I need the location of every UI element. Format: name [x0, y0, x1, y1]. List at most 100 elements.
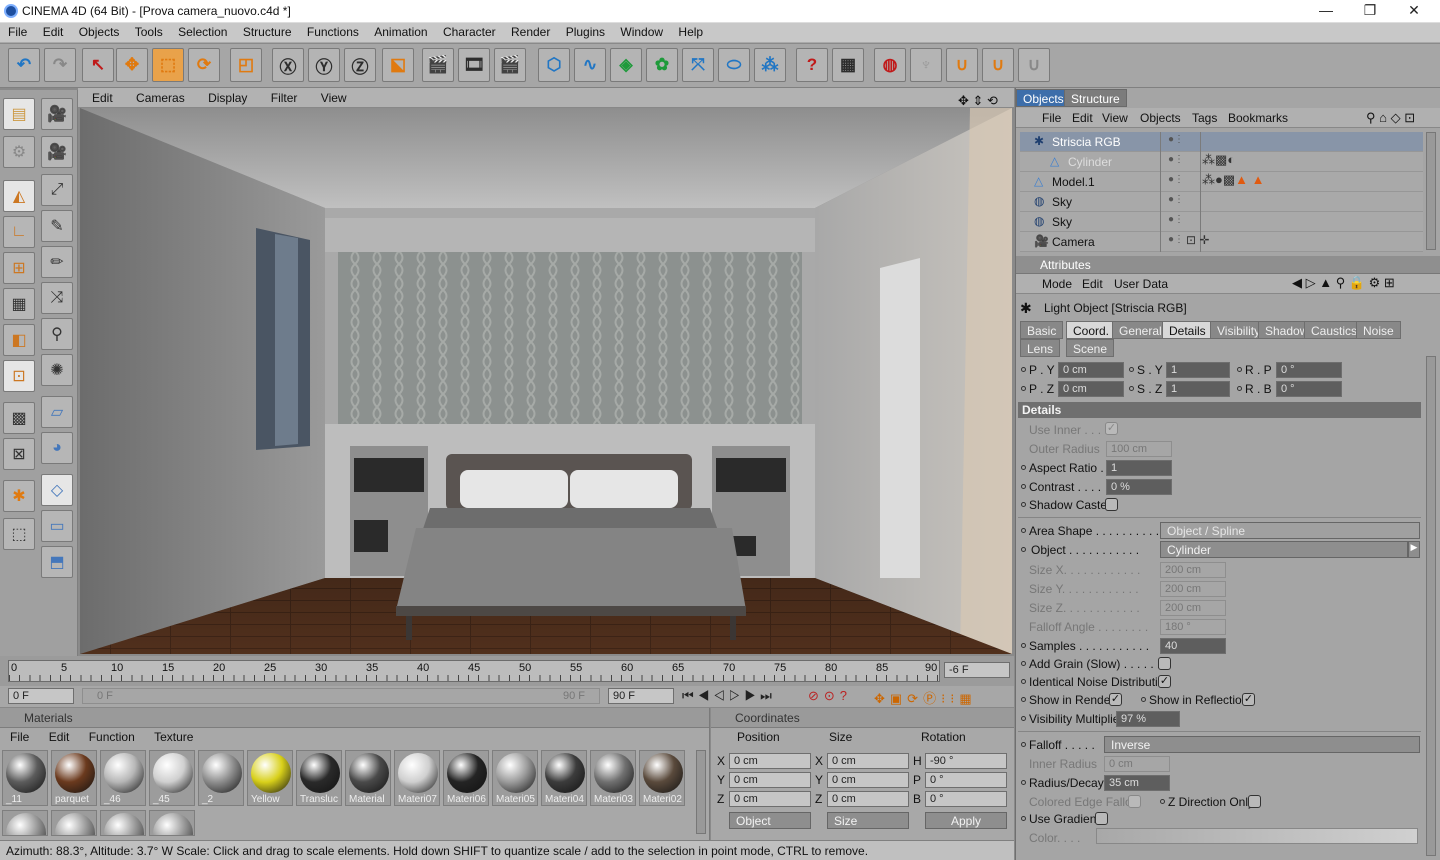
cylinder-tags-icon[interactable]: ⁂▩◐ [1202, 152, 1235, 168]
frame-range-slider[interactable]: 0 F 90 F [82, 688, 600, 704]
playback-controls[interactable]: ⏮◀◁▷▶⏭ [682, 688, 776, 704]
show-in-reflection-checkbox[interactable]: ✓ [1242, 693, 1255, 706]
attributes-menu-userdata[interactable]: User Data [1114, 277, 1168, 291]
tab-caustics[interactable]: Caustics [1304, 321, 1365, 339]
material-swatch[interactable]: Materi04 [541, 750, 587, 806]
timeline-ruler[interactable]: 0 5 10 15 20 25 30 35 40 45 50 55 60 65 … [8, 660, 940, 682]
size-z-field[interactable]: 0 cm [827, 791, 909, 807]
attributes-menu-edit[interactable]: Edit [1082, 277, 1103, 291]
samples-field[interactable]: 40 [1160, 638, 1226, 654]
pos-z-field[interactable]: 0 cm [729, 791, 811, 807]
layers-icon[interactable]: ▭ [41, 510, 73, 542]
viewport-menu-display[interactable]: Display [194, 88, 253, 105]
tab-objects[interactable]: Objects [1016, 89, 1071, 107]
visibility-dots-icon[interactable]: ●⋮ [1168, 154, 1184, 165]
cube-light-icon[interactable]: ⬒ [41, 546, 73, 578]
pz-anim-dot[interactable] [1021, 386, 1026, 391]
maximize-button[interactable]: ❐ [1356, 2, 1384, 20]
scene-objects-icon[interactable]: ⁂ [754, 48, 786, 82]
menu-functions[interactable]: Functions [299, 23, 363, 39]
camera-target-tag-icon[interactable]: ⊡ ✛ [1186, 233, 1209, 247]
radius-decay-anim-dot[interactable] [1021, 780, 1026, 785]
visibility-multiplier-anim-dot[interactable] [1021, 716, 1026, 721]
materials-menu-edit[interactable]: Edit [39, 728, 76, 744]
knife-icon[interactable]: ✏ [41, 246, 73, 278]
viewport-layout-icon[interactable]: ▤ [3, 98, 35, 130]
material-swatch[interactable]: Materi06 [443, 750, 489, 806]
object-row[interactable]: ◍ Sky ●⋮ [1020, 212, 1423, 232]
magnet-disabled-icon[interactable]: ∪ [1018, 48, 1050, 82]
objects-scrollbar[interactable] [1426, 132, 1436, 250]
last-tool-icon[interactable]: ◰ [230, 48, 262, 82]
sz-field[interactable]: 1 [1166, 381, 1230, 397]
object-anim-dot[interactable] [1021, 547, 1026, 552]
material-swatch[interactable]: Materi03 [590, 750, 636, 806]
sy-field[interactable]: 1 [1166, 362, 1230, 378]
object-axis-icon[interactable]: ◭ [3, 180, 35, 212]
size-y-field[interactable]: 0 cm [827, 772, 909, 788]
materials-scrollbar[interactable] [696, 750, 706, 834]
sculpt-icon[interactable]: ♆ [910, 48, 942, 82]
objects-menu-bookmarks[interactable]: Bookmarks [1228, 111, 1288, 125]
render-settings-icon[interactable]: 🎬 [494, 48, 526, 82]
area-shape-dropdown[interactable]: Object / Spline [1160, 522, 1420, 539]
pos-y-field[interactable]: 0 cm [729, 772, 811, 788]
start-frame-field[interactable]: 0 F [8, 688, 74, 704]
y-axis-lock-icon[interactable]: Ⓨ [308, 48, 340, 82]
close-button[interactable]: ✕ [1400, 2, 1428, 20]
material-swatch[interactable]: Materi02 [639, 750, 685, 806]
material-swatch[interactable]: Transluc [296, 750, 342, 806]
falloff-dropdown[interactable]: Inverse [1104, 736, 1420, 753]
coordinate-system-icon[interactable]: ⬕ [382, 48, 414, 82]
py-anim-dot[interactable] [1021, 367, 1026, 372]
render-picture-viewer-icon[interactable]: 🎞 [458, 48, 490, 82]
size-z-field-attr[interactable]: 200 cm [1160, 600, 1226, 616]
attributes-scrollbar[interactable] [1426, 356, 1436, 856]
material-swatch[interactable]: Material [345, 750, 391, 806]
tab-lens[interactable]: Lens [1020, 339, 1061, 357]
use-inner-checkbox[interactable]: ✓ [1105, 422, 1118, 435]
magnet-3-icon[interactable]: ∪ [982, 48, 1014, 82]
spline-pen-icon[interactable]: ∿ [574, 48, 606, 82]
rot-p-field[interactable]: 0 ° [925, 772, 1007, 788]
visibility-dots-icon[interactable]: ●⋮ [1168, 174, 1184, 185]
objects-menu-view[interactable]: View [1102, 111, 1128, 125]
materials-menu-function[interactable]: Function [79, 728, 141, 744]
samples-anim-dot[interactable] [1021, 643, 1026, 648]
visibility-multiplier-field[interactable]: 97 % [1116, 711, 1180, 727]
aspect-ratio-anim-dot[interactable] [1021, 465, 1026, 470]
falloff-anim-dot[interactable] [1021, 742, 1026, 747]
tab-scene[interactable]: Scene [1066, 339, 1115, 357]
material-swatch-partial[interactable] [149, 810, 195, 836]
menu-help[interactable]: Help [670, 23, 707, 39]
tab-coord[interactable]: Coord. [1066, 321, 1117, 339]
contrast-anim-dot[interactable] [1021, 484, 1026, 489]
attributes-menu-mode[interactable]: Mode [1042, 277, 1072, 291]
pz-field[interactable]: 0 cm [1058, 381, 1124, 397]
z-direction-checkbox[interactable] [1248, 795, 1261, 808]
z-direction-anim-dot[interactable] [1160, 799, 1165, 804]
visibility-dots-icon[interactable]: ●⋮ [1168, 134, 1184, 145]
material-swatch-partial[interactable] [100, 810, 146, 836]
use-gradient-anim-dot[interactable] [1021, 816, 1026, 821]
scale-icon[interactable]: ⬚ [152, 48, 184, 82]
visibility-dots-icon[interactable]: ●⋮ [1168, 234, 1184, 245]
coord-mode-dropdown[interactable]: Object [729, 812, 811, 829]
tab-details[interactable]: Details [1162, 321, 1213, 339]
viewport-menu-cameras[interactable]: Cameras [122, 88, 191, 105]
object-link-arrow-icon[interactable]: ▶ [1408, 541, 1420, 558]
size-x-field-attr[interactable]: 200 cm [1160, 562, 1226, 578]
viewport-menu-view[interactable]: View [307, 88, 353, 105]
brush-icon[interactable]: ✎ [41, 210, 73, 242]
visibility-dots-icon[interactable]: ●⋮ [1168, 214, 1184, 225]
material-swatch[interactable]: _11 [2, 750, 48, 806]
identical-noise-anim-dot[interactable] [1021, 679, 1026, 684]
minimize-button[interactable]: — [1312, 2, 1340, 20]
rot-h-field[interactable]: -90 ° [925, 753, 1007, 769]
menu-structure[interactable]: Structure [235, 23, 296, 39]
menu-objects[interactable]: Objects [71, 23, 124, 39]
add-grain-anim-dot[interactable] [1021, 661, 1026, 666]
move-points-icon[interactable]: ⤨ [41, 282, 73, 314]
object-link-field[interactable]: Cylinder [1160, 541, 1408, 558]
cube-icon[interactable]: ⬡ [538, 48, 570, 82]
